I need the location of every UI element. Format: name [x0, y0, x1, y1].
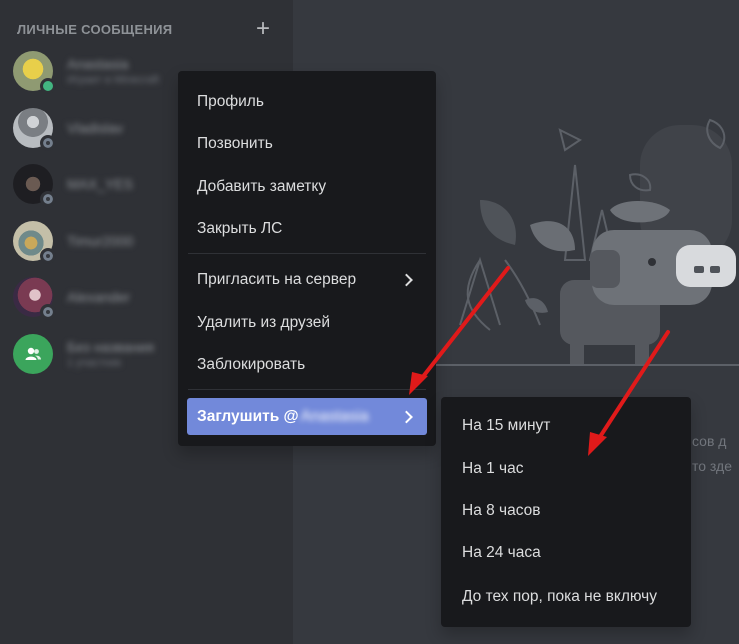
menu-item-label: Заблокировать — [197, 356, 306, 373]
menu-item-label: Заглушить @ — [197, 407, 299, 425]
user-context-menu: Профиль Позвонить Добавить заметку Закры… — [178, 71, 436, 446]
menu-item-label: Закрыть ЛС — [197, 220, 283, 237]
dm-username: Vladislav — [67, 119, 124, 136]
mute-option-15-minutes[interactable]: На 15 минут — [450, 409, 682, 443]
menu-separator — [188, 253, 426, 254]
avatar — [13, 107, 56, 151]
background-text-line: то зде — [692, 458, 732, 474]
avatar — [13, 220, 56, 264]
mute-option-1-hour[interactable]: На 1 час — [450, 452, 682, 486]
menu-item-label: Позвонить — [197, 135, 273, 152]
status-online-indicator — [40, 78, 56, 95]
menu-item-remove-friend[interactable]: Удалить из друзей — [187, 306, 427, 340]
menu-item-label: Добавить заметку — [197, 178, 327, 195]
menu-item-invite-to-server[interactable]: Пригласить на сервер — [187, 263, 427, 297]
group-icon — [25, 347, 41, 360]
mute-option-until-unmuted[interactable]: До тех пор, пока не включу — [450, 580, 682, 614]
chevron-right-icon — [400, 273, 413, 287]
menu-item-profile[interactable]: Профиль — [187, 85, 427, 119]
dm-section-title: ЛИЧНЫЕ СООБЩЕНИЯ — [17, 21, 173, 37]
menu-item-label: Пригласить на сервер — [197, 271, 357, 288]
status-offline-indicator — [40, 134, 56, 151]
status-offline-indicator — [40, 304, 56, 321]
menu-item-label: Профиль — [197, 93, 264, 110]
dm-username: Anastasia — [67, 56, 129, 73]
mute-duration-submenu: На 15 минут На 1 час На 8 часов На 24 ча… — [441, 397, 691, 627]
menu-item-add-note[interactable]: Добавить заметку — [187, 170, 427, 204]
plus-icon[interactable]: + — [256, 17, 270, 41]
background-text-line: сов д — [692, 433, 727, 449]
avatar — [13, 51, 56, 95]
mute-option-24-hours[interactable]: На 24 часа — [450, 536, 682, 570]
menu-item-mute[interactable]: Заглушить @ Anastasia — [187, 398, 427, 435]
group-dm-avatar — [13, 333, 53, 374]
avatar — [13, 277, 56, 321]
mute-option-8-hours[interactable]: На 8 часов — [450, 494, 682, 528]
status-offline-indicator — [40, 247, 56, 264]
menu-item-call[interactable]: Позвонить — [187, 127, 427, 161]
status-offline-indicator — [40, 191, 56, 208]
chevron-right-icon — [400, 410, 413, 423]
menu-separator — [188, 389, 426, 390]
muted-username: Anastasia — [300, 407, 369, 425]
dm-username: MAX_YES — [67, 176, 134, 193]
dm-member-count: 1 участник — [67, 356, 122, 369]
avatar — [13, 164, 56, 208]
dm-username: Без названия — [67, 338, 154, 355]
menu-item-label: Удалить из друзей — [197, 314, 331, 331]
dm-header: ЛИЧНЫЕ СООБЩЕНИЯ + — [17, 17, 273, 41]
dm-activity: Играет в Minecraft — [67, 74, 160, 87]
menu-item-block[interactable]: Заблокировать — [187, 348, 427, 382]
dm-username: Alexander — [67, 289, 131, 306]
dm-username: Timur2000 — [67, 232, 134, 249]
menu-item-close-dm[interactable]: Закрыть ЛС — [187, 212, 427, 246]
